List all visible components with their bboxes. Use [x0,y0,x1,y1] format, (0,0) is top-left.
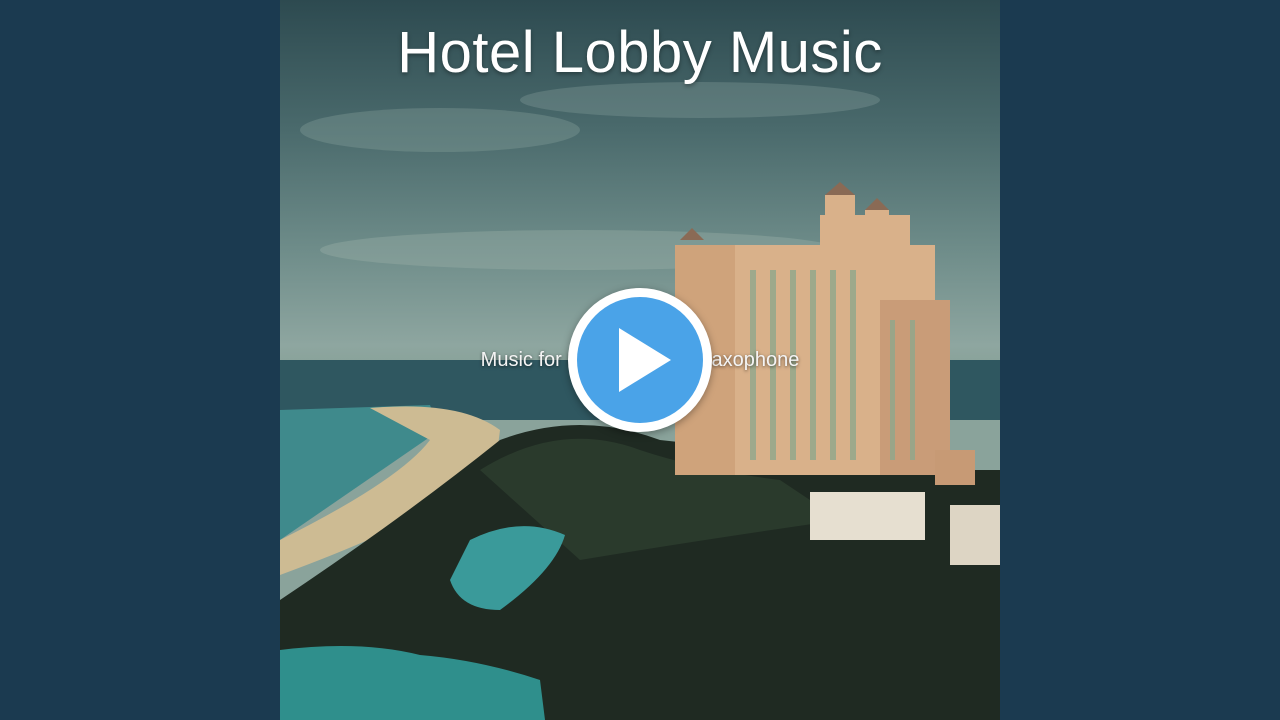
letterbox-left [0,0,280,720]
video-title: Hotel Lobby Music [397,20,883,85]
play-button-circle[interactable] [577,297,703,423]
play-icon [619,328,671,392]
play-button[interactable] [568,288,712,432]
letterbox-right [1000,0,1280,720]
